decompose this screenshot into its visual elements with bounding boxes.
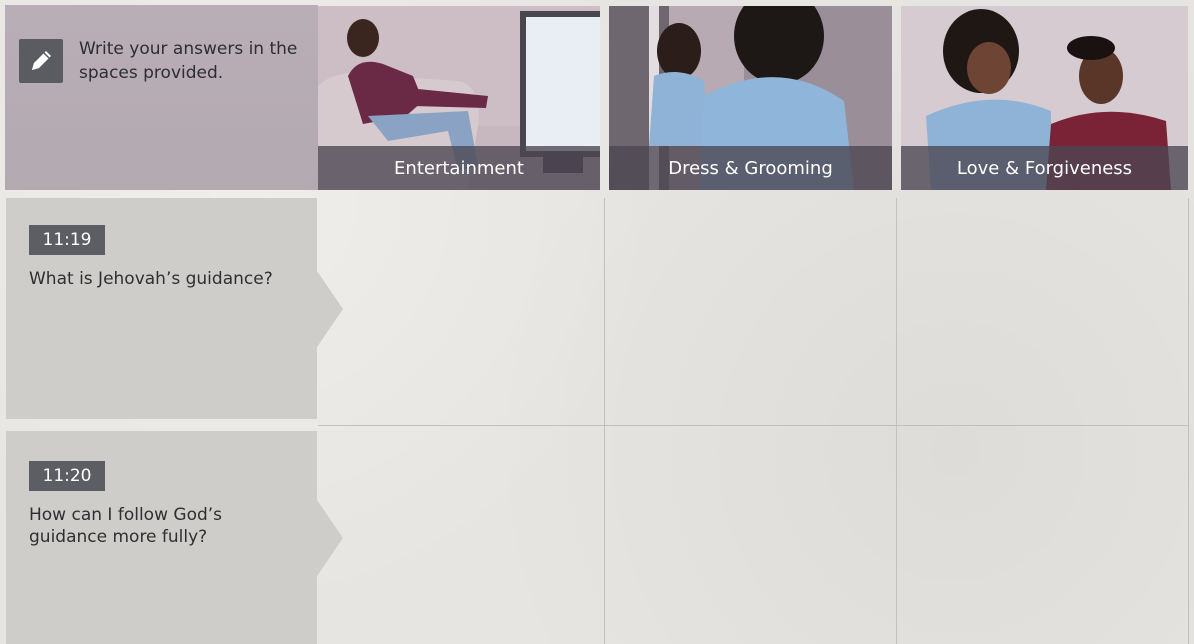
answer-cell-q1-entertainment[interactable] xyxy=(318,198,603,425)
dress-grooming-photo: Dress & Grooming xyxy=(609,6,892,190)
entertainment-photo: Entertainment xyxy=(318,6,600,190)
answer-cell-q2-love-forgiveness[interactable] xyxy=(897,426,1188,644)
grid-divider xyxy=(896,198,897,644)
question-2-text: How can I follow God’s guidance more ful… xyxy=(29,505,223,547)
instruction-panel: Write your answers in the spaces provide… xyxy=(5,5,318,190)
grid-divider xyxy=(1188,198,1189,644)
answer-cell-q1-love-forgiveness[interactable] xyxy=(897,198,1188,425)
grid-divider xyxy=(604,198,605,644)
column-heading-love-forgiveness: Love & Forgiveness xyxy=(901,146,1188,190)
column-heading-dress-grooming: Dress & Grooming xyxy=(609,146,892,190)
question-1-text: What is Jehovah’s guidance? xyxy=(29,269,273,289)
answer-cell-q2-dress-grooming[interactable] xyxy=(605,426,895,644)
column-heading-entertainment: Entertainment xyxy=(318,146,600,190)
instruction-text: Write your answers in the spaces provide… xyxy=(79,39,298,83)
love-forgiveness-photo: Love & Forgiveness xyxy=(901,6,1188,190)
question-panel-2: 11:20 How can I follow God’s guidance mo… xyxy=(6,431,317,644)
question-2-reference-badge: 11:20 xyxy=(29,461,105,491)
pencil-icon xyxy=(19,39,63,83)
grid-divider xyxy=(318,425,1189,426)
question-1-reference-badge: 11:19 xyxy=(29,225,105,255)
question-panel-1: 11:19 What is Jehovah’s guidance? xyxy=(6,198,317,419)
answer-cell-q1-dress-grooming[interactable] xyxy=(605,198,895,425)
answer-cell-q2-entertainment[interactable] xyxy=(318,426,603,644)
